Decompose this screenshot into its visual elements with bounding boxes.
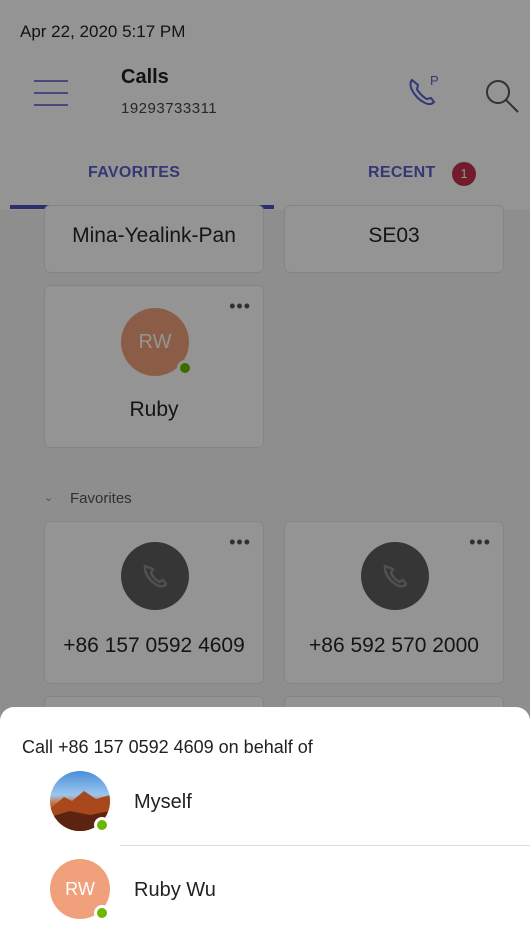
presence-available-icon (94, 817, 110, 833)
option-ruby-wu[interactable]: RW Ruby Wu (0, 855, 530, 925)
sheet-title: Call +86 157 0592 4609 on behalf of (22, 737, 313, 757)
option-label: Myself (134, 791, 192, 813)
divider (120, 845, 530, 846)
option-myself[interactable]: Myself (0, 767, 530, 837)
call-on-behalf-sheet: Call +86 157 0592 4609 on behalf of Myse… (0, 707, 530, 926)
presence-available-icon (94, 905, 110, 921)
option-label: Ruby Wu (134, 879, 216, 901)
